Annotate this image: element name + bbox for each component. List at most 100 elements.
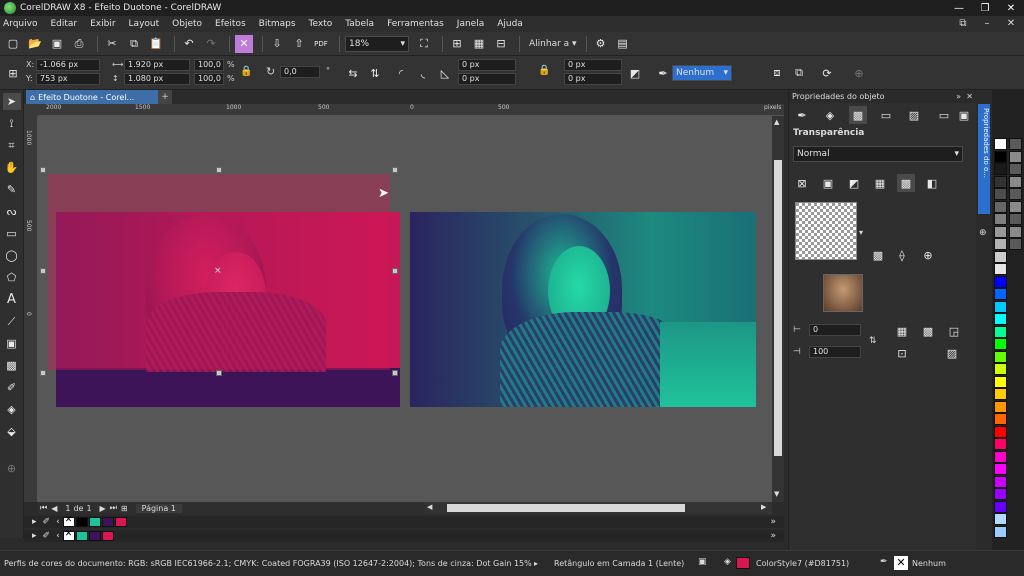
palette-color-swatch[interactable] <box>1009 225 1022 238</box>
palette-expand-icon[interactable]: » <box>770 517 776 527</box>
width-field[interactable]: 1.920 px <box>124 59 190 71</box>
save-icon[interactable]: ▣ <box>48 35 66 53</box>
smart-fill-icon[interactable]: ⬙ <box>3 423 21 440</box>
selection-handle[interactable] <box>392 167 398 173</box>
palette-color-swatch[interactable] <box>1009 200 1022 213</box>
object-origin-icon[interactable]: ⊞ <box>4 64 22 82</box>
palette-color-swatch[interactable] <box>1009 213 1022 225</box>
height-field[interactable]: 1.080 px <box>124 73 190 85</box>
palette-swatch[interactable] <box>75 531 88 541</box>
palette-swatch[interactable] <box>88 531 101 541</box>
maximize-button[interactable]: ❐ <box>972 0 998 16</box>
wrap-text-icon[interactable]: ⧈ <box>768 64 786 82</box>
palette-expand-icon[interactable]: » <box>770 531 776 541</box>
mirror-vertical-icon[interactable]: ⇅ <box>366 64 384 82</box>
palette-menu-icon[interactable]: ▸ <box>32 517 37 527</box>
export-icon[interactable]: ⇧ <box>290 35 308 53</box>
palette-swatch[interactable] <box>114 517 127 527</box>
palette-color-swatch[interactable] <box>994 475 1007 488</box>
palette-color-swatch[interactable] <box>1009 150 1022 163</box>
corner-radius-4[interactable]: 0 px <box>564 73 622 85</box>
cut-icon[interactable]: ✂ <box>103 35 121 53</box>
document-tab[interactable]: ⌂ Efeito Duotone - Corel... <box>26 90 158 104</box>
menu-editar[interactable]: Editar <box>50 19 77 29</box>
parallel-dimension-icon[interactable]: ⟋ <box>3 313 21 330</box>
palette-color-swatch[interactable] <box>994 400 1007 413</box>
two-color-transparency-icon[interactable]: ◧ <box>923 174 941 192</box>
eyedropper-icon[interactable]: ✐ <box>43 531 51 541</box>
transparency-start-field[interactable]: 0 <box>809 324 861 336</box>
palette-color-swatch[interactable] <box>994 388 1007 400</box>
horizontal-scrollbar[interactable]: ◀ ▶ <box>425 502 772 514</box>
panel-option-icon-2[interactable]: ▣ <box>955 106 973 124</box>
relative-corner-scaling-icon[interactable]: ◩ <box>626 64 644 82</box>
grid-icon[interactable]: ▦ <box>470 35 488 53</box>
palette-color-swatch[interactable] <box>1009 238 1022 250</box>
menu-exibir[interactable]: Exibir <box>90 19 115 29</box>
guidelines-icon[interactable]: ⊟ <box>492 35 510 53</box>
fill-tab-icon[interactable]: ◈ <box>821 106 839 124</box>
palette-swatch[interactable] <box>88 517 101 527</box>
mirror-tiles-icon[interactable]: ▦ <box>893 322 911 340</box>
palette-color-swatch[interactable] <box>994 288 1007 300</box>
link-corners-icon[interactable]: 🔒 <box>538 65 550 76</box>
palette-color-swatch[interactable] <box>994 313 1007 325</box>
paste-icon[interactable]: 📋 <box>147 35 165 53</box>
y-position-field[interactable]: 753 px <box>36 73 100 85</box>
no-transparency-icon[interactable]: ⊠ <box>793 174 811 192</box>
convert-to-curves-icon[interactable]: ⟳ <box>818 64 836 82</box>
add-page-icon[interactable]: ⊞ <box>121 504 128 513</box>
selection-handle[interactable] <box>40 370 46 376</box>
palette-scroll-left-icon[interactable]: ‹ <box>56 531 60 541</box>
rotation-angle-field[interactable]: 0,0 <box>280 66 320 78</box>
selection-handle[interactable] <box>216 370 222 376</box>
align-to-button[interactable]: Alinhar a ▾ <box>529 39 577 49</box>
palette-color-swatch[interactable] <box>1009 175 1022 188</box>
pick-tool-icon[interactable]: ➤ <box>2 93 21 110</box>
palette-color-swatch[interactable] <box>994 138 1007 150</box>
swap-icon[interactable]: ⇅ <box>869 336 877 346</box>
menu-efeitos[interactable]: Efeitos <box>215 19 246 29</box>
palette-scroll-left-icon[interactable]: ‹ <box>56 517 60 527</box>
print-icon[interactable]: ⎙ <box>70 35 88 53</box>
palette-color-swatch[interactable] <box>994 413 1007 425</box>
palette-color-swatch[interactable] <box>994 338 1007 350</box>
search-content-icon[interactable]: ✕ <box>235 34 253 53</box>
selection-handle[interactable] <box>392 268 398 274</box>
import-icon[interactable]: ⇩ <box>268 35 286 53</box>
scroll-down-icon[interactable]: ▼ <box>774 490 779 498</box>
last-page-icon[interactable]: ⏭ <box>110 503 117 513</box>
palette-swatch[interactable] <box>101 517 114 527</box>
scroll-up-icon[interactable]: ▲ <box>774 118 779 126</box>
corner-radius-1[interactable]: 0 px <box>458 59 516 71</box>
zoom-level-select[interactable]: 18% ▾ <box>345 35 409 52</box>
text-tool-icon[interactable]: A <box>3 291 21 308</box>
palette-menu-icon[interactable]: ▸ <box>32 531 37 541</box>
pattern-option-icon[interactable]: ▩ <box>869 246 887 264</box>
palette-color-swatch[interactable] <box>994 450 1007 463</box>
add-preset-icon[interactable]: ⊕ <box>850 64 868 82</box>
selection-handle[interactable] <box>392 370 398 376</box>
eyedropper-icon[interactable]: ✐ <box>3 379 21 396</box>
color-profile-status[interactable]: Perfis de cores do documento: RGB: sRGB … <box>4 559 532 568</box>
palette-color-swatch[interactable] <box>994 350 1007 363</box>
merge-mode-select[interactable]: Normal ▾ <box>793 146 963 162</box>
application-launcher-icon[interactable]: ▤ <box>614 35 632 53</box>
palette-color-swatch[interactable] <box>994 463 1007 475</box>
corner-radius-3[interactable]: 0 px <box>564 59 622 71</box>
to-front-icon[interactable]: ⧉ <box>790 64 808 82</box>
redo-icon[interactable]: ↷ <box>202 35 220 53</box>
menu-tabela[interactable]: Tabela <box>345 19 374 29</box>
palette-color-swatch[interactable] <box>994 175 1007 188</box>
pattern-dropdown-icon[interactable]: ▾ <box>859 228 863 237</box>
menu-layout[interactable]: Layout <box>129 19 160 29</box>
menu-ferramentas[interactable]: Ferramentas <box>387 19 444 29</box>
palette-color-swatch[interactable] <box>994 225 1007 238</box>
vertical-scroll-thumb[interactable] <box>774 160 782 456</box>
bitmap-pattern-transparency-icon[interactable]: ▩ <box>897 174 915 192</box>
menu-bitmaps[interactable]: Bitmaps <box>259 19 296 29</box>
add-tool-icon[interactable]: ⊕ <box>3 460 21 477</box>
next-page-icon[interactable]: ▶ <box>100 504 106 513</box>
publish-pdf-icon[interactable]: PDF <box>312 35 330 53</box>
ellipse-tool-icon[interactable]: ◯ <box>3 247 21 264</box>
